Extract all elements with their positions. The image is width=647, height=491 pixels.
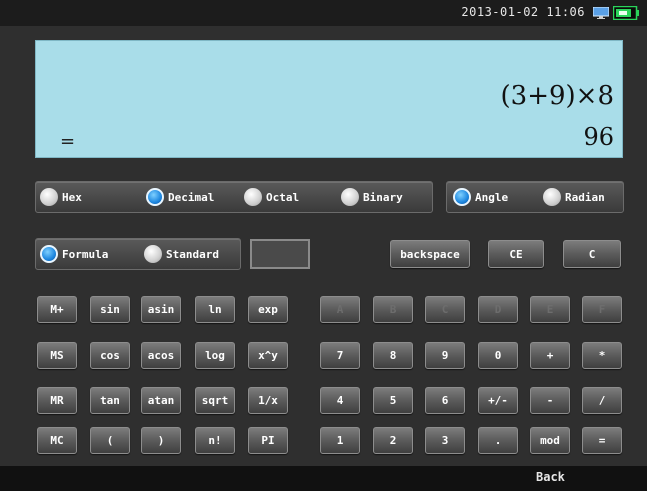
bottom-bar: Back bbox=[0, 466, 647, 491]
key-button[interactable]: 9 bbox=[425, 342, 465, 369]
radio-hex[interactable]: Hex bbox=[40, 186, 82, 208]
input-mode-group: Formula Standard bbox=[35, 238, 241, 270]
key-button[interactable]: x^y bbox=[248, 342, 288, 369]
back-button[interactable]: Back bbox=[536, 470, 565, 484]
clear-button[interactable]: C bbox=[563, 240, 621, 268]
key-button[interactable]: log bbox=[195, 342, 235, 369]
key-button[interactable]: MS bbox=[37, 342, 77, 369]
key-button[interactable]: MR bbox=[37, 387, 77, 414]
radio-dot-icon bbox=[144, 245, 162, 263]
radio-decimal[interactable]: Decimal bbox=[146, 186, 214, 208]
radio-dot-icon bbox=[40, 188, 58, 206]
key-button[interactable]: 1 bbox=[320, 427, 360, 454]
status-bar: 2013-01-02 11:06 bbox=[0, 0, 647, 26]
radio-dot-selected-icon bbox=[453, 188, 471, 206]
result-text: 96 bbox=[583, 123, 614, 151]
key-button[interactable]: exp bbox=[248, 296, 288, 323]
key-button[interactable]: ( bbox=[90, 427, 130, 454]
battery-icon bbox=[613, 6, 639, 20]
key-button[interactable]: 4 bbox=[320, 387, 360, 414]
key-button[interactable]: +/- bbox=[478, 387, 518, 414]
memory-box bbox=[250, 239, 310, 269]
key-button[interactable]: 1/x bbox=[248, 387, 288, 414]
key-button[interactable]: acos bbox=[141, 342, 181, 369]
key-button[interactable]: 8 bbox=[373, 342, 413, 369]
key-button: F bbox=[582, 296, 622, 323]
radio-label: Binary bbox=[363, 190, 403, 204]
clear-entry-button[interactable]: CE bbox=[488, 240, 544, 268]
key-button[interactable]: cos bbox=[90, 342, 130, 369]
status-datetime: 2013-01-02 11:06 bbox=[461, 5, 585, 19]
key-button: E bbox=[530, 296, 570, 323]
key-button: A bbox=[320, 296, 360, 323]
key-button[interactable]: 2 bbox=[373, 427, 413, 454]
radio-formula[interactable]: Formula bbox=[40, 243, 108, 265]
key-button[interactable]: 0 bbox=[478, 342, 518, 369]
key-button: C bbox=[425, 296, 465, 323]
key-button[interactable]: asin bbox=[141, 296, 181, 323]
key-button: D bbox=[478, 296, 518, 323]
radio-label: Formula bbox=[62, 247, 109, 261]
key-button[interactable]: - bbox=[530, 387, 570, 414]
key-button[interactable]: 6 bbox=[425, 387, 465, 414]
key-button[interactable]: 3 bbox=[425, 427, 465, 454]
key-button[interactable]: ) bbox=[141, 427, 181, 454]
radio-dot-icon bbox=[244, 188, 262, 206]
radio-label: Decimal bbox=[168, 190, 215, 204]
radio-dot-selected-icon bbox=[146, 188, 164, 206]
key-button[interactable]: = bbox=[582, 427, 622, 454]
base-mode-group: Hex Decimal Octal Binary bbox=[35, 181, 433, 213]
key-button[interactable]: 7 bbox=[320, 342, 360, 369]
key-button[interactable]: sqrt bbox=[195, 387, 235, 414]
key-button[interactable]: 5 bbox=[373, 387, 413, 414]
radio-label: Angle bbox=[475, 190, 509, 204]
key-button[interactable]: tan bbox=[90, 387, 130, 414]
backspace-button[interactable]: backspace bbox=[390, 240, 470, 268]
radio-dot-icon bbox=[341, 188, 359, 206]
key-button[interactable]: M+ bbox=[37, 296, 77, 323]
radio-label: Octal bbox=[266, 190, 300, 204]
key-button[interactable]: ln bbox=[195, 296, 235, 323]
radio-label: Standard bbox=[166, 247, 219, 261]
equals-sign: = bbox=[60, 131, 76, 152]
radio-octal[interactable]: Octal bbox=[244, 186, 299, 208]
monitor-icon bbox=[593, 7, 609, 19]
expression-text: (3+9)×8 bbox=[500, 81, 614, 111]
angle-mode-group: Angle Radian bbox=[446, 181, 624, 213]
radio-dot-icon bbox=[543, 188, 561, 206]
radio-angle[interactable]: Angle bbox=[453, 186, 508, 208]
calculator-display: (3+9)×8 = 96 bbox=[35, 40, 623, 158]
radio-binary[interactable]: Binary bbox=[341, 186, 403, 208]
key-button[interactable]: / bbox=[582, 387, 622, 414]
key-button[interactable]: * bbox=[582, 342, 622, 369]
radio-label: Radian bbox=[565, 190, 605, 204]
key-button[interactable]: MC bbox=[37, 427, 77, 454]
key-button[interactable]: mod bbox=[530, 427, 570, 454]
key-button[interactable]: PI bbox=[248, 427, 288, 454]
radio-label: Hex bbox=[62, 190, 82, 204]
key-button[interactable]: atan bbox=[141, 387, 181, 414]
radio-standard[interactable]: Standard bbox=[144, 243, 219, 265]
key-button[interactable]: + bbox=[530, 342, 570, 369]
key-button[interactable]: sin bbox=[90, 296, 130, 323]
key-button: B bbox=[373, 296, 413, 323]
key-button[interactable]: n! bbox=[195, 427, 235, 454]
radio-dot-selected-icon bbox=[40, 245, 58, 263]
key-button[interactable]: . bbox=[478, 427, 518, 454]
radio-radian[interactable]: Radian bbox=[543, 186, 605, 208]
